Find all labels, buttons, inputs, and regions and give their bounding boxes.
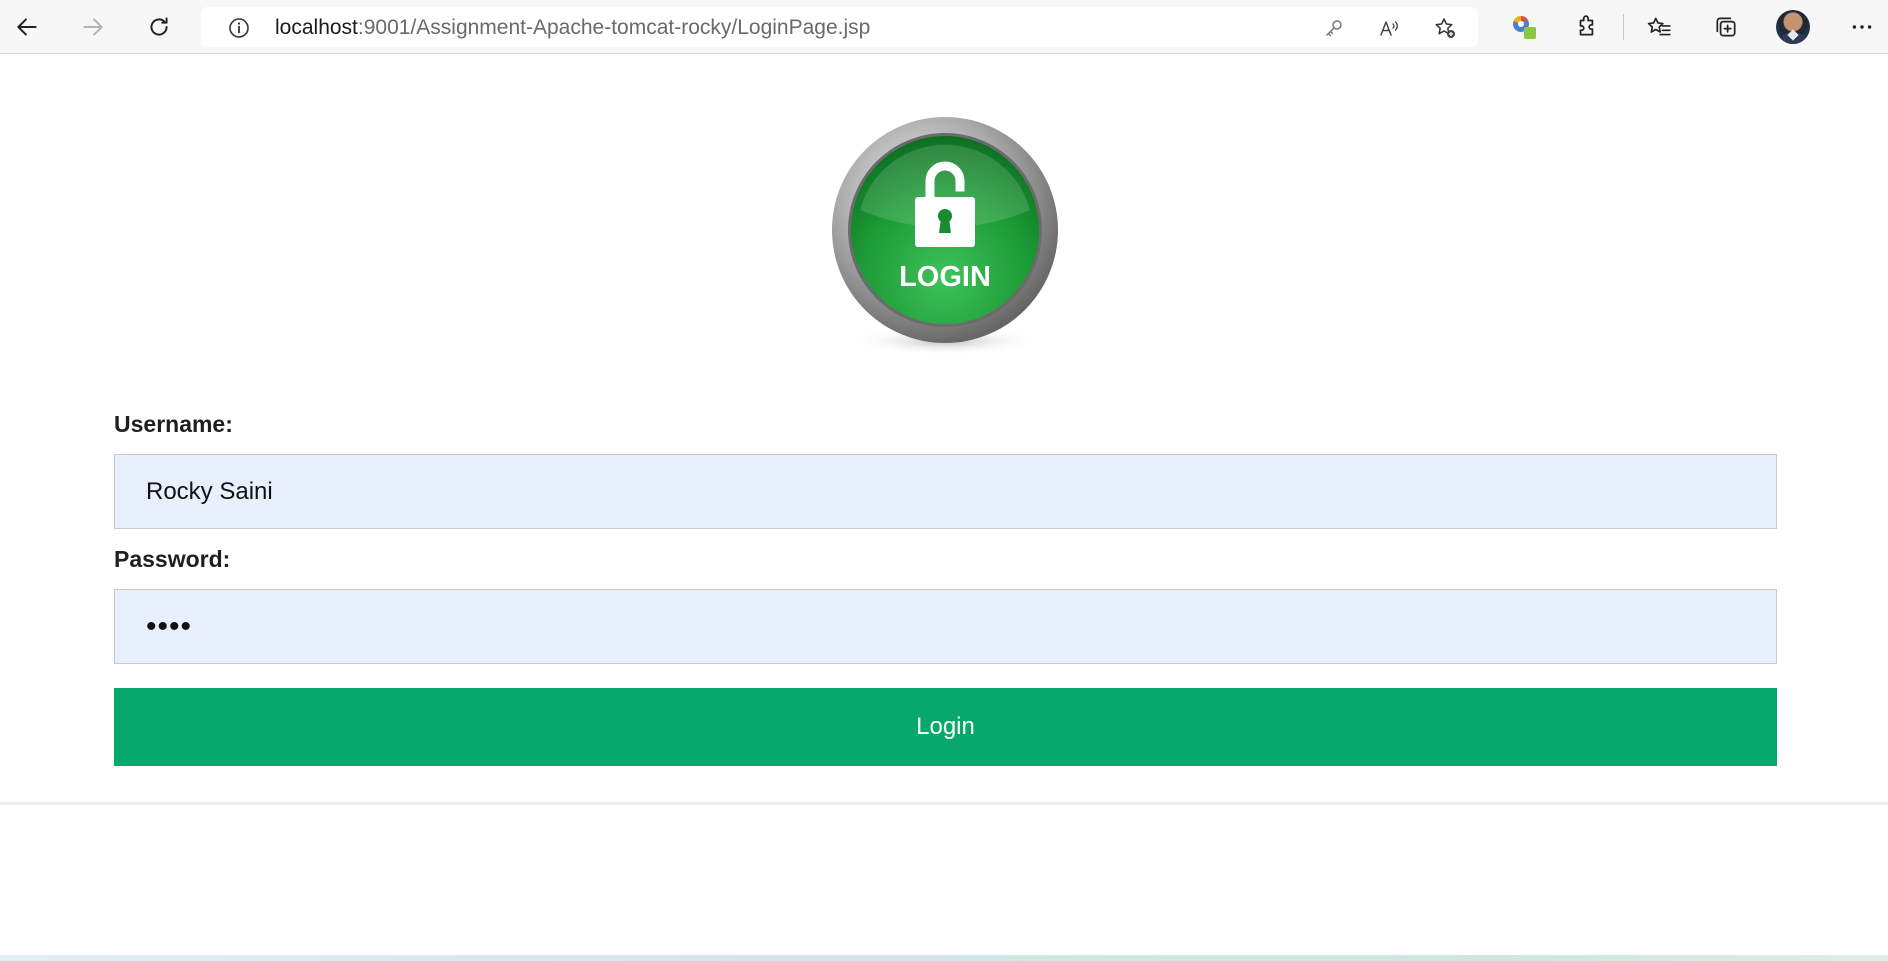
login-button[interactable]: Login (114, 688, 1777, 766)
read-aloud-button[interactable] (1374, 13, 1404, 43)
add-favorite-icon (1435, 18, 1455, 38)
url-text[interactable]: localhost:9001/Assignment-Apache-tomcat-… (275, 16, 870, 40)
refresh-button[interactable] (141, 9, 177, 45)
url-host: localhost (275, 16, 358, 39)
forward-button[interactable] (75, 9, 111, 45)
back-button[interactable] (9, 9, 45, 45)
back-icon (17, 18, 37, 36)
extensions-button[interactable] (1569, 9, 1605, 45)
more-button[interactable] (1844, 9, 1880, 45)
favorites-button[interactable] (1641, 9, 1677, 45)
address-bar[interactable]: localhost:9001/Assignment-Apache-tomcat-… (201, 7, 1478, 47)
favorites-icon (1647, 17, 1671, 36)
password-key-icon (1326, 20, 1342, 37)
password-input[interactable]: •••• (114, 589, 1777, 664)
username-label: Username: (114, 411, 233, 437)
profile-avatar[interactable] (1776, 10, 1810, 44)
more-icon (1852, 25, 1872, 29)
collections-icon (1716, 17, 1736, 37)
extension-colorful-icon (1513, 15, 1536, 39)
read-aloud-icon (1380, 21, 1398, 36)
refresh-icon (150, 17, 168, 36)
login-logo: LOGIN (832, 117, 1058, 355)
logo-text: LOGIN (899, 261, 991, 293)
forward-icon (83, 18, 103, 36)
extensions-icon (1579, 15, 1594, 36)
toolbar-divider (1623, 14, 1624, 40)
site-info-icon (229, 18, 249, 38)
username-input[interactable]: Rocky Saini (114, 454, 1777, 529)
page-divider (0, 802, 1888, 805)
site-info-button[interactable] (224, 13, 254, 43)
password-label: Password: (114, 546, 231, 572)
extension-colorful-button[interactable] (1506, 9, 1542, 45)
add-favorite-button[interactable] (1430, 13, 1460, 43)
collections-button[interactable] (1708, 9, 1744, 45)
url-path: :9001/Assignment-Apache-tomcat-rocky/Log… (357, 16, 871, 39)
browser-toolbar: localhost:9001/Assignment-Apache-tomcat-… (0, 0, 1888, 54)
bottom-strip (0, 955, 1888, 961)
password-key-button[interactable] (1319, 13, 1349, 43)
